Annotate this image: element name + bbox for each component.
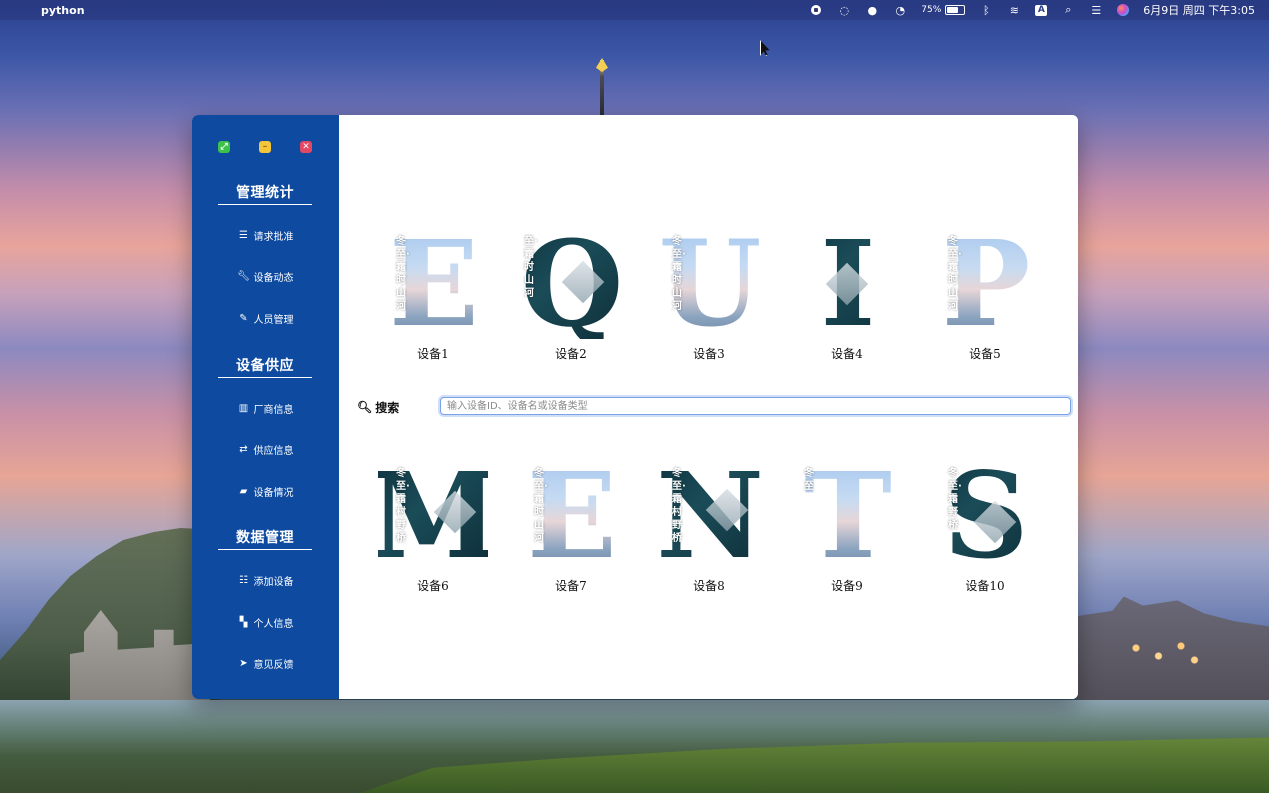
device-tile[interactable]: U 冬至·霜时山河 设备3 <box>654 225 764 369</box>
device-image-caption: 冬至 <box>804 468 814 492</box>
sidebar-item-label: 添加设备 <box>253 576 294 588</box>
sidebar-item-personal-info[interactable]: ▚ 个人信息 <box>192 612 339 632</box>
section-title-data-management: 数据管理 <box>218 527 312 550</box>
device-letter-image: E <box>378 225 488 343</box>
sidebar-item-label: 设备动态 <box>253 272 294 284</box>
device-label: 设备8 <box>693 579 725 593</box>
device-image-caption: 冬至·霜村野桥 <box>672 468 686 544</box>
main-content: E 冬至·霜时山河 设备1 Q 至·霜时山河 设备2 U 冬至·霜时山河 设备3… <box>339 115 1078 699</box>
bluetooth-icon[interactable]: ᛒ <box>979 4 993 17</box>
wallpaper-spire-statue <box>596 58 608 72</box>
wrench-icon: 🔧︎ <box>237 270 250 282</box>
device-image-caption: 冬至·霜时山河 <box>534 468 548 544</box>
map-icon: ▚ <box>239 616 248 628</box>
device-tile[interactable]: Q 至·霜时山河 设备2 <box>516 225 626 369</box>
screen-record-icon[interactable] <box>809 4 823 16</box>
device-image-caption: 冬至·霜时山河 <box>396 236 410 312</box>
sidebar-item-label: 请求批准 <box>253 231 294 243</box>
battery-percent: 75% <box>921 5 942 15</box>
device-tile[interactable]: M 冬至·霜村野桥 设备6 <box>369 457 500 601</box>
search-icon: 🔍︎ <box>357 400 373 414</box>
send-icon: ➤ <box>239 657 248 669</box>
minimize-button[interactable]: – <box>259 141 271 153</box>
search-bar: 🔍︎ 搜索 <box>357 397 1071 417</box>
siri-icon[interactable] <box>1117 4 1130 16</box>
search-label: 🔍︎ 搜索 <box>357 397 399 417</box>
menu-bar: python ◌ ● ◔ 75% ᛒ ≋ A ⌕ ☰ 6月9日 周四 下午3:0… <box>0 0 1269 20</box>
sidebar-item-label: 设备情况 <box>253 487 294 499</box>
window-controls: ⤢ – ✕ <box>192 141 339 153</box>
control-center-icon[interactable]: ☰ <box>1089 4 1103 17</box>
list-ul-icon: ☷ <box>239 574 248 586</box>
edit-icon: ✎ <box>239 312 248 324</box>
search-input[interactable] <box>440 397 1071 415</box>
device-tile[interactable]: E 冬至·霜时山河 设备1 <box>378 225 488 369</box>
section-title-management-stats: 管理统计 <box>218 182 312 205</box>
sidebar-item-vendor-info[interactable]: ▥ 厂商信息 <box>192 398 339 418</box>
wechat-icon[interactable]: ◔ <box>893 4 907 17</box>
device-tile[interactable]: T 冬至 设备9 <box>792 457 902 601</box>
device-letter-image: P <box>930 225 1040 343</box>
sidebar-item-staff-management[interactable]: ✎ 人员管理 <box>192 308 339 328</box>
device-image-caption: 冬至·霜时山河 <box>672 236 686 312</box>
device-label: 设备6 <box>417 579 449 593</box>
device-tile[interactable]: I 设备4 <box>792 225 902 369</box>
input-method-icon[interactable]: A <box>1035 4 1048 16</box>
device-letter-image: U <box>654 225 764 343</box>
device-tile[interactable]: E 冬至·霜时山河 设备7 <box>516 457 626 601</box>
sidebar-item-request-approval[interactable]: ☰ 请求批准 <box>192 225 339 245</box>
chat-bubble-icon[interactable]: ◌ <box>837 4 851 17</box>
device-label: 设备3 <box>693 347 725 361</box>
app-menu-name[interactable]: python <box>41 4 85 17</box>
device-letter-image: N <box>654 457 764 575</box>
sidebar: ⤢ – ✕ 管理统计 ☰ 请求批准 🔧︎ 设备动态 ✎ 人员管理 设备供应 ▥ … <box>192 115 339 699</box>
folder-icon: ▰ <box>239 485 248 497</box>
exchange-icon: ⇄ <box>239 443 248 455</box>
sidebar-item-device-activity[interactable]: 🔧︎ 设备动态 <box>192 266 339 286</box>
maximize-button[interactable]: ⤢ <box>218 141 230 153</box>
device-image-caption: 冬至·霜村野桥 <box>396 468 410 544</box>
sidebar-item-device-status[interactable]: ▰ 设备情况 <box>192 481 339 501</box>
sidebar-item-label: 个人信息 <box>253 618 294 630</box>
device-tile[interactable]: S 冬至·霜野桥 设备10 <box>930 457 1040 601</box>
device-label: 设备2 <box>555 347 587 361</box>
app-window: ⤢ – ✕ 管理统计 ☰ 请求批准 🔧︎ 设备动态 ✎ 人员管理 设备供应 ▥ … <box>192 115 1078 699</box>
sidebar-item-label: 人员管理 <box>253 314 294 326</box>
list-icon: ☰ <box>239 229 248 241</box>
section-title-device-supply: 设备供应 <box>218 355 312 378</box>
device-label: 设备5 <box>969 347 1001 361</box>
bar-chart-icon: ▥ <box>238 402 249 414</box>
device-image-caption: 至·霜时山河 <box>524 236 538 299</box>
device-label: 设备10 <box>965 579 1005 593</box>
device-label: 设备4 <box>831 347 863 361</box>
device-tile[interactable]: P 冬至·霜时山河 设备5 <box>930 225 1040 369</box>
close-button[interactable]: ✕ <box>300 141 312 153</box>
menu-bar-status-area: ◌ ● ◔ 75% ᛒ ≋ A ⌕ ☰ 6月9日 周四 下午3:05 <box>809 0 1255 20</box>
device-label: 设备7 <box>555 579 587 593</box>
device-tile[interactable]: N 冬至·霜村野桥 设备8 <box>654 457 764 601</box>
menu-bar-clock[interactable]: 6月9日 周四 下午3:05 <box>1143 2 1255 18</box>
sidebar-item-label: 意见反馈 <box>253 659 294 671</box>
qq-penguin-icon[interactable]: ● <box>865 4 879 17</box>
sidebar-item-feedback[interactable]: ➤ 意见反馈 <box>192 653 339 673</box>
sidebar-item-label: 供应信息 <box>253 445 294 457</box>
device-image-caption: 冬至·霜野桥 <box>948 468 962 531</box>
wifi-icon[interactable]: ≋ <box>1007 4 1021 17</box>
battery-icon <box>945 5 966 15</box>
search-label-text: 搜索 <box>375 400 400 415</box>
device-image-caption: 冬至·霜时山河 <box>948 236 962 312</box>
sidebar-item-add-device[interactable]: ☷ 添加设备 <box>192 570 339 590</box>
sidebar-item-label: 厂商信息 <box>253 404 294 416</box>
battery-indicator[interactable]: 75% <box>921 5 966 15</box>
spotlight-search-icon[interactable]: ⌕ <box>1061 3 1075 16</box>
sidebar-item-supply-info[interactable]: ⇄ 供应信息 <box>192 439 339 459</box>
device-label: 设备9 <box>831 579 863 593</box>
device-label: 设备1 <box>417 347 449 361</box>
wallpaper-lights <box>1118 632 1208 672</box>
device-letter-image: E <box>516 457 626 575</box>
